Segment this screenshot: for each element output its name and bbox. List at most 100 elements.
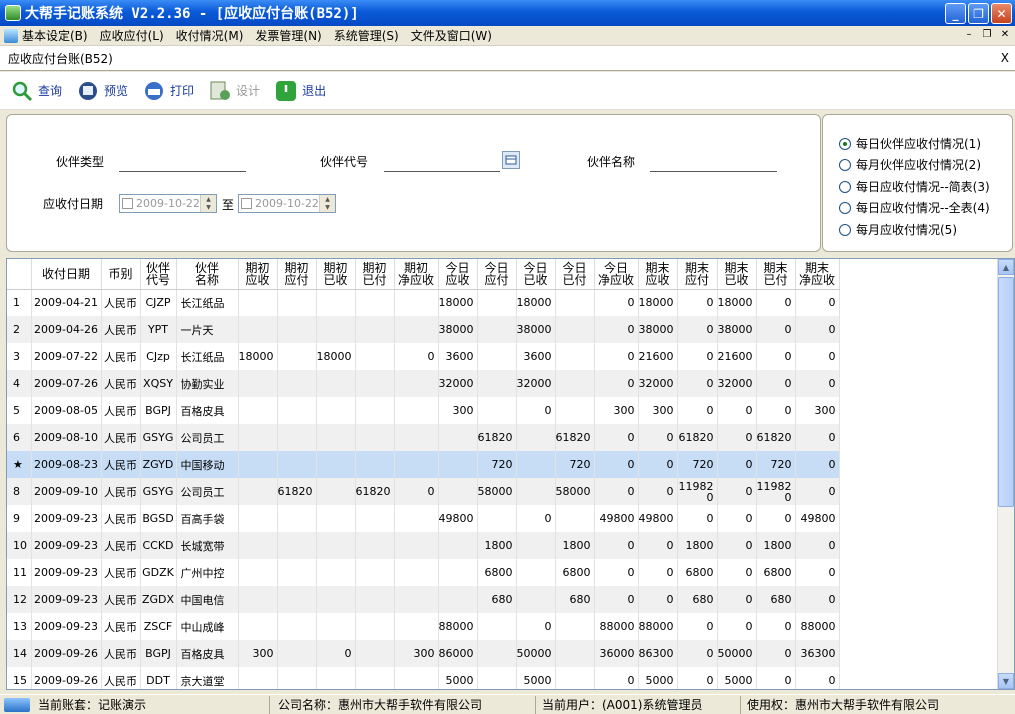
table-cell[interactable]: 0 <box>677 613 718 640</box>
table-cell[interactable]: ZGYD <box>140 451 177 478</box>
table-cell[interactable] <box>355 289 395 316</box>
design-button[interactable]: 设计 <box>208 79 260 103</box>
table-cell[interactable] <box>394 532 439 559</box>
table-cell[interactable]: 0 <box>594 451 639 478</box>
table-cell[interactable] <box>238 667 278 689</box>
table-cell[interactable]: 8 <box>7 478 32 505</box>
table-cell[interactable] <box>477 316 517 343</box>
table-cell[interactable] <box>316 289 356 316</box>
table-cell[interactable]: 0 <box>516 505 556 532</box>
chevron-up-icon[interactable]: ▲ <box>320 195 335 204</box>
table-cell[interactable] <box>277 559 317 586</box>
table-cell[interactable]: 12 <box>7 586 32 613</box>
table-cell[interactable] <box>238 505 278 532</box>
column-header[interactable]: 今日 应付 <box>477 259 517 290</box>
table-cell[interactable] <box>238 316 278 343</box>
table-cell[interactable]: 中山成峰 <box>176 613 239 640</box>
table-cell[interactable]: 0 <box>717 424 757 451</box>
table-cell[interactable]: 1800 <box>756 532 796 559</box>
table-cell[interactable] <box>277 613 317 640</box>
table-cell[interactable]: 长江纸品 <box>176 289 239 316</box>
table-cell[interactable] <box>555 667 595 689</box>
table-cell[interactable] <box>394 559 439 586</box>
table-cell[interactable]: 300 <box>438 397 478 424</box>
menu-receivable-payable[interactable]: 应收应付(L) <box>100 27 164 44</box>
table-cell[interactable]: 10 <box>7 532 32 559</box>
table-cell[interactable]: 一片天 <box>176 316 239 343</box>
table-cell[interactable] <box>355 505 395 532</box>
partner-name-input[interactable] <box>650 158 777 172</box>
table-cell[interactable]: 0 <box>717 451 757 478</box>
table-cell[interactable]: 6800 <box>555 559 595 586</box>
table-cell[interactable]: 720 <box>477 451 517 478</box>
table-cell[interactable] <box>355 613 395 640</box>
column-header[interactable]: 今日 应收 <box>438 259 478 290</box>
table-cell[interactable] <box>477 667 517 689</box>
table-cell[interactable]: 0 <box>795 316 840 343</box>
table-cell[interactable] <box>555 343 595 370</box>
table-cell[interactable]: 21600 <box>717 343 757 370</box>
table-cell[interactable]: 38000 <box>438 316 478 343</box>
table-cell[interactable] <box>555 397 595 424</box>
app-menu-icon[interactable] <box>4 28 18 43</box>
table-cell[interactable]: 300 <box>394 640 439 667</box>
table-cell[interactable] <box>316 559 356 586</box>
table-cell[interactable]: 680 <box>756 586 796 613</box>
table-cell[interactable]: 720 <box>555 451 595 478</box>
table-cell[interactable] <box>277 505 317 532</box>
table-cell[interactable]: 0 <box>638 532 678 559</box>
table-cell[interactable]: 13 <box>7 613 32 640</box>
table-cell[interactable]: 58000 <box>555 478 595 505</box>
table-cell[interactable]: CJzp <box>140 343 177 370</box>
table-cell[interactable] <box>438 451 478 478</box>
table-cell[interactable]: 人民币 <box>101 667 141 689</box>
table-cell[interactable]: 18000 <box>638 289 678 316</box>
table-cell[interactable] <box>355 424 395 451</box>
table-cell[interactable] <box>394 613 439 640</box>
table-cell[interactable] <box>316 397 356 424</box>
table-cell[interactable]: 2009-09-23 <box>31 586 102 613</box>
table-cell[interactable]: YPT <box>140 316 177 343</box>
column-header[interactable]: 今日 已收 <box>516 259 556 290</box>
table-cell[interactable]: 36300 <box>795 640 840 667</box>
date-from-picker[interactable]: 2009-10-22 ▲ ▼ <box>119 194 217 213</box>
table-cell[interactable]: 61820 <box>756 424 796 451</box>
table-cell[interactable] <box>238 586 278 613</box>
table-cell[interactable]: 百格皮具 <box>176 397 239 424</box>
table-cell[interactable]: 0 <box>677 316 718 343</box>
table-row[interactable]: 3 2009-07-22 人民币 CJzp 长江纸品 18000 18000 0 3600 360… <box>7 343 840 370</box>
exit-button[interactable]: 退出 <box>274 79 326 103</box>
table-cell[interactable]: 300 <box>238 640 278 667</box>
table-cell[interactable]: 1800 <box>677 532 718 559</box>
table-cell[interactable]: 11982 0 <box>756 478 796 505</box>
table-cell[interactable] <box>477 505 517 532</box>
table-cell[interactable] <box>355 316 395 343</box>
table-cell[interactable] <box>394 586 439 613</box>
table-cell[interactable]: 人民币 <box>101 397 141 424</box>
table-cell[interactable]: 5000 <box>638 667 678 689</box>
table-cell[interactable] <box>316 424 356 451</box>
table-cell[interactable]: 0 <box>795 289 840 316</box>
date-from-checkbox[interactable] <box>122 198 133 209</box>
table-cell[interactable]: XQSY <box>140 370 177 397</box>
table-cell[interactable] <box>355 559 395 586</box>
table-cell[interactable]: 公司员工 <box>176 424 239 451</box>
table-cell[interactable]: GSYG <box>140 424 177 451</box>
table-cell[interactable] <box>277 667 317 689</box>
chevron-down-icon[interactable]: ▼ <box>201 203 216 212</box>
table-cell[interactable]: 0 <box>795 451 840 478</box>
table-cell[interactable]: 0 <box>795 424 840 451</box>
table-cell[interactable] <box>277 397 317 424</box>
table-cell[interactable]: 公司员工 <box>176 478 239 505</box>
table-cell[interactable]: GDZK <box>140 559 177 586</box>
column-header[interactable]: 期初 净应收 <box>394 259 439 290</box>
table-cell[interactable]: 1 <box>7 289 32 316</box>
table-cell[interactable] <box>477 613 517 640</box>
print-button[interactable]: 打印 <box>142 79 194 103</box>
table-cell[interactable] <box>277 586 317 613</box>
table-cell[interactable] <box>238 370 278 397</box>
table-cell[interactable]: 0 <box>795 559 840 586</box>
menu-file-window[interactable]: 文件及窗口(W) <box>411 27 492 44</box>
table-cell[interactable] <box>555 370 595 397</box>
table-cell[interactable] <box>438 559 478 586</box>
